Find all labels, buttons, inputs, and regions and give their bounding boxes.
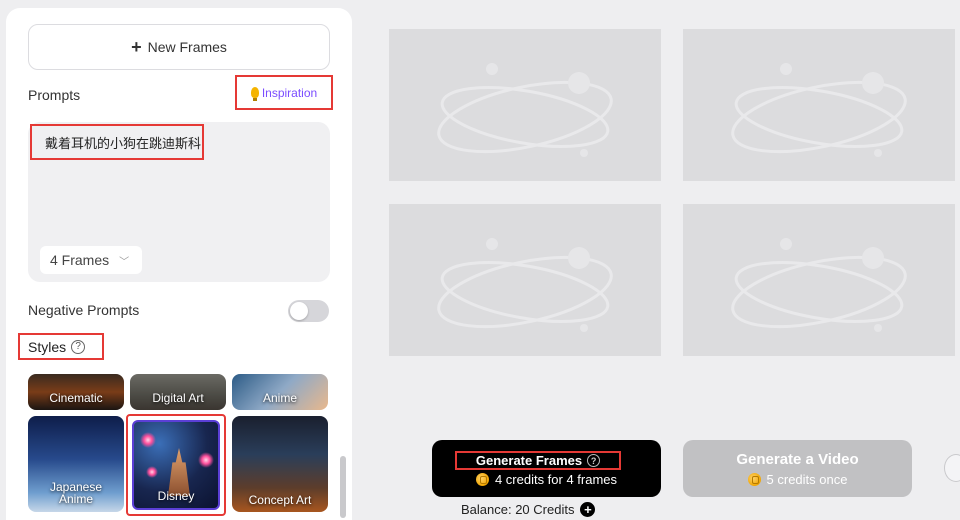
frames-count-value: 4 Frames <box>50 252 110 268</box>
style-tile-concept-art[interactable]: Concept Art <box>232 416 328 512</box>
style-tile-disney[interactable]: Disney <box>126 414 226 516</box>
frame-placeholder <box>683 204 955 356</box>
new-frames-label: New Frames <box>147 39 227 55</box>
inspiration-label: Inspiration <box>261 85 318 100</box>
style-label: Japanese Anime <box>49 479 103 507</box>
chevron-down-icon: ﹀ <box>119 256 130 268</box>
help-icon[interactable]: ? <box>71 339 86 354</box>
generate-frames-title: Generate Frames ? <box>455 451 621 470</box>
frames-count-select[interactable]: 4 Frames ﹀ <box>40 246 142 274</box>
generate-frames-label: Generate Frames <box>475 453 583 468</box>
negative-prompts-toggle[interactable] <box>288 300 329 322</box>
style-tile-cinematic[interactable]: Cinematic <box>28 374 124 410</box>
firework-icon <box>198 452 214 468</box>
coin-icon <box>475 473 489 486</box>
help-icon[interactable]: ? <box>587 454 601 467</box>
inspiration-button[interactable]: Inspiration <box>235 75 333 110</box>
style-label: Disney <box>157 489 195 504</box>
generate-frames-button[interactable]: Generate Frames ? 4 credits for 4 frames <box>432 440 661 497</box>
orbit-placeholder-icon <box>437 63 613 157</box>
add-credits-icon[interactable]: + <box>580 502 596 517</box>
frame-placeholder <box>389 29 661 181</box>
generate-video-cost: 5 credits once <box>766 472 848 487</box>
lightbulb-icon <box>250 87 259 101</box>
style-label: Cinematic <box>49 391 103 406</box>
toggle-knob <box>290 302 308 320</box>
style-label: Anime <box>262 391 297 406</box>
firework-icon <box>140 432 156 448</box>
firework-icon <box>146 466 158 478</box>
styles-label: Styles <box>28 338 67 355</box>
styles-heading: Styles ? <box>18 333 104 360</box>
negative-prompts-label: Negative Prompts <box>28 302 140 318</box>
style-label: Digital Art <box>152 391 204 406</box>
generate-video-label: Generate a Video <box>736 451 859 468</box>
orbit-placeholder-icon <box>731 238 907 332</box>
style-tile-japanese-anime[interactable]: Japanese Anime <box>28 416 124 512</box>
generate-frames-cost: 4 credits for 4 frames <box>494 472 618 487</box>
frame-placeholder <box>389 204 661 356</box>
orbit-placeholder-icon <box>437 238 613 332</box>
generate-video-cost-row: 5 credits once <box>683 472 912 487</box>
scrollbar-thumb[interactable] <box>340 456 346 518</box>
style-label: Concept Art <box>248 493 312 508</box>
left-panel: + New Frames Prompts Inspiration 戴着耳机的小狗… <box>6 8 352 520</box>
style-tile-digital-art[interactable]: Digital Art <box>130 374 226 410</box>
frame-placeholder <box>683 29 955 181</box>
new-frames-button[interactable]: + New Frames <box>28 24 330 70</box>
prompts-label: Prompts <box>28 87 81 103</box>
orbit-placeholder-icon <box>731 63 907 157</box>
balance-row: Balance: 20 Credits + <box>461 502 596 517</box>
balance-text: Balance: 20 Credits <box>461 502 575 517</box>
style-tile-anime[interactable]: Anime <box>232 374 328 410</box>
plus-icon: + <box>131 37 142 57</box>
generate-frames-cost-row: 4 credits for 4 frames <box>432 472 661 487</box>
coin-icon <box>747 473 761 486</box>
prompt-text[interactable]: 戴着耳机的小狗在跳迪斯科 <box>30 124 204 160</box>
scroll-right-button[interactable] <box>944 454 960 482</box>
style-thumbnail-disney: Disney <box>132 420 220 510</box>
generate-video-button[interactable]: Generate a Video 5 credits once <box>683 440 912 497</box>
